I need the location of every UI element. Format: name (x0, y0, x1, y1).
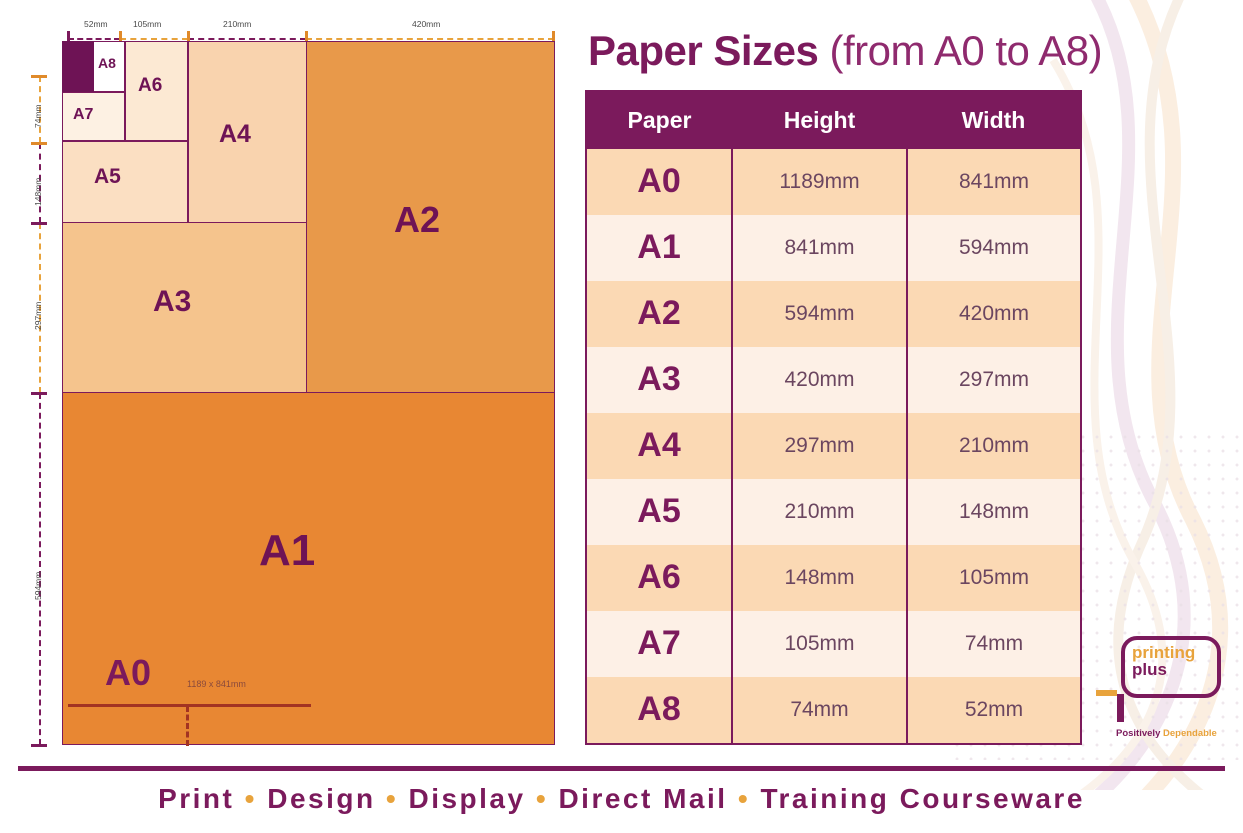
footer-item: Display (408, 783, 526, 814)
table-row: A0 1189mm 841mm (586, 149, 1081, 215)
ruler-left-label-1: 148mm (33, 177, 43, 206)
cell-width-A1: 594mm (906, 214, 1081, 281)
cell-height-A2: 594mm (731, 280, 908, 347)
footer-separator: • (234, 783, 268, 814)
cell-height-A1: 841mm (731, 214, 908, 281)
sheet-A6-label: A6 (138, 75, 163, 96)
cell-paper-A2: A2 (586, 280, 733, 347)
cell-paper-A8: A8 (586, 676, 733, 744)
cell-width-A0: 841mm (906, 149, 1081, 215)
cell-height-A6: 148mm (731, 544, 908, 611)
footer-separator: • (375, 783, 409, 814)
footer-divider-rule (18, 766, 1225, 771)
sheet-A5[interactable]: A5 (62, 141, 188, 223)
tagline-dependable: Dependable (1163, 728, 1217, 739)
sheet-A3[interactable]: A3 (62, 222, 307, 393)
sheet-smallest-block (62, 41, 94, 92)
cell-height-A4: 297mm (731, 412, 908, 479)
footer-item: Training Courseware (760, 783, 1085, 814)
ruler-left-label-2: 297mm (33, 301, 43, 330)
cell-height-A7: 105mm (731, 610, 908, 677)
table-header-height: Height (732, 91, 907, 149)
logo-word-plus: plus (1132, 660, 1167, 679)
a0-tick-dashed (186, 706, 189, 746)
cell-width-A6: 105mm (906, 544, 1081, 611)
table-row: A4 297mm 210mm (586, 412, 1081, 479)
sheet-A3-label: A3 (153, 285, 192, 318)
footer-item: Direct Mail (558, 783, 728, 814)
table-row: A3 420mm 297mm (586, 346, 1081, 413)
sheet-A0-label: A0 (105, 652, 152, 693)
cell-paper-A3: A3 (586, 346, 733, 413)
a0-underline (68, 704, 311, 707)
sheet-A8[interactable]: A8 (93, 41, 125, 92)
cell-width-A7: 74mm (906, 610, 1081, 677)
cell-paper-A4: A4 (586, 412, 733, 479)
sheet-A1-label: A1 (259, 526, 316, 575)
footer-services-banner: Print • Design • Display • Direct Mail •… (0, 775, 1243, 823)
sheet-A7[interactable]: A7 (62, 92, 125, 141)
sheet-A0-dimensions: 1189 x 841mm (187, 679, 246, 689)
sheet-A2[interactable]: A2 (306, 41, 555, 393)
table-row: A2 594mm 420mm (586, 280, 1081, 347)
ruler-top-label-0: 52mm (84, 19, 108, 29)
sheet-A2-label: A2 (394, 199, 441, 240)
paper-size-diagram: 52mm 105mm 210mm 420mm 74mm 148mm 297mm … (0, 0, 575, 760)
ruler-top-label-1: 105mm (133, 19, 162, 29)
table-row: A8 74mm 52mm (586, 676, 1081, 744)
cell-paper-A6: A6 (586, 544, 733, 611)
table-header-paper: Paper (586, 91, 732, 149)
logo-word-printing: printing (1132, 643, 1196, 662)
footer-item: Print (158, 783, 235, 814)
logo-tagline: Positively Dependable (1116, 728, 1217, 739)
cell-height-A5: 210mm (731, 478, 908, 545)
paper-sizes-table: Paper Height Width A0 1189mm 841mm A1 841mm 5… (585, 90, 1082, 745)
sheet-A5-label: A5 (94, 165, 121, 188)
cell-height-A0: 1189mm (731, 149, 908, 215)
sheet-A8-label: A8 (98, 55, 116, 71)
cell-paper-A7: A7 (586, 610, 733, 677)
ruler-left-label-0: 74mm (33, 104, 43, 128)
cell-height-A8: 74mm (731, 676, 908, 744)
footer-item: Design (267, 783, 376, 814)
table-row: A5 210mm 148mm (586, 478, 1081, 545)
footer-separator: • (727, 783, 761, 814)
page-title-light: (from A0 to A8) (829, 27, 1103, 74)
cell-width-A8: 52mm (906, 676, 1081, 744)
cell-width-A4: 210mm (906, 412, 1081, 479)
table-row: A1 841mm 594mm (586, 214, 1081, 281)
ruler-top-label-2: 210mm (223, 19, 252, 29)
sheet-A0-caption: A0 1189 x 841mm (105, 652, 246, 693)
cell-paper-A5: A5 (586, 478, 733, 545)
footer-separator: • (525, 783, 559, 814)
cell-paper-A1: A1 (586, 214, 733, 281)
cell-paper-A0: A0 (586, 149, 733, 215)
ruler-top-label-3: 420mm (412, 19, 441, 29)
cell-width-A5: 148mm (906, 478, 1081, 545)
sheet-A6[interactable]: A6 (125, 41, 188, 141)
cell-width-A3: 297mm (906, 346, 1081, 413)
logo-dash-shape (1096, 690, 1117, 696)
sheet-A4-label: A4 (219, 120, 251, 148)
sheet-A7-label: A7 (73, 106, 94, 123)
cell-height-A3: 420mm (731, 346, 908, 413)
tagline-positively: Positively (1116, 728, 1161, 739)
page-title-strong: Paper Sizes (588, 27, 819, 74)
table-header-width: Width (907, 91, 1081, 149)
table-row: A7 105mm 74mm (586, 610, 1081, 677)
ruler-left-label-3: 594mm (33, 571, 43, 600)
printing-plus-logo[interactable]: printing plus Positively Dependable (1096, 636, 1236, 746)
page-title: Paper Sizes (from A0 to A8) (588, 22, 1228, 80)
table-header-row: Paper Height Width (586, 91, 1081, 149)
table-row: A6 148mm 105mm (586, 544, 1081, 611)
cell-width-A2: 420mm (906, 280, 1081, 347)
logo-stem-shape (1117, 694, 1124, 722)
sheet-A4[interactable]: A4 (188, 41, 307, 223)
